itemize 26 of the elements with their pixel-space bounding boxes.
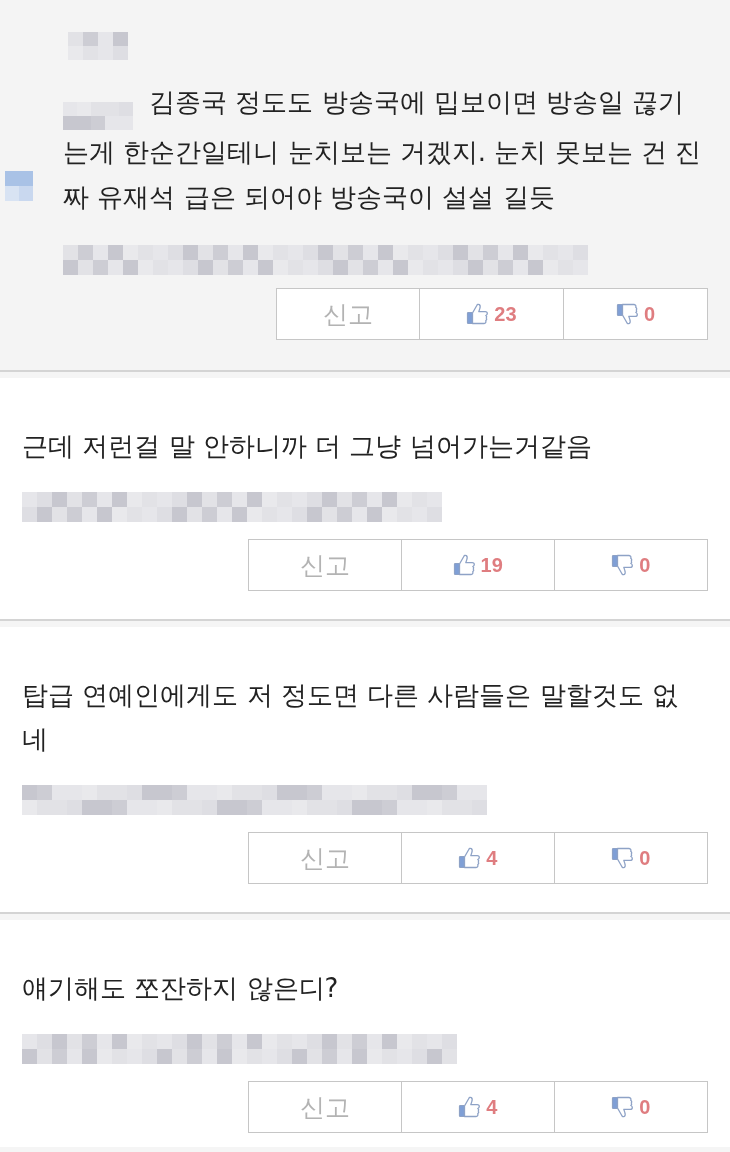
like-button[interactable]: 4	[401, 1081, 555, 1133]
thumbs-up-icon	[458, 1095, 483, 1119]
thumbs-up-icon	[458, 846, 483, 870]
comment-text: 근데 저런걸 말 안하니까 더 그냥 넘어가는거같음	[22, 430, 593, 463]
dislike-button[interactable]: 0	[554, 539, 708, 591]
thumbs-down-icon	[615, 302, 640, 326]
thumbs-up-icon	[466, 302, 491, 326]
like-button[interactable]: 19	[401, 539, 555, 591]
report-button[interactable]: 신고	[248, 1081, 402, 1133]
pixelated-icon	[5, 171, 33, 201]
like-button[interactable]: 23	[419, 288, 564, 340]
report-button[interactable]: 신고	[248, 539, 402, 591]
report-button[interactable]: 신고	[248, 832, 402, 884]
report-button[interactable]: 신고	[275, 288, 420, 340]
comment-text: 얘기해도 쪼잔하지 않은디?	[22, 972, 340, 1005]
pixelated-text-drawing	[68, 32, 128, 60]
dislike-button[interactable]: 0	[554, 832, 708, 884]
thumbs-up-icon	[452, 553, 477, 577]
dislike-button[interactable]: 0	[563, 288, 708, 340]
thumbs-down-icon	[611, 553, 636, 577]
comment-text: 탑급 연예인에게도 저 정도면 다른 사람들은 말할것도 없네	[22, 679, 679, 756]
comment-text: 김종국 정도도 방송국에 밉보이면 방송일 끊기는게 한순간일테니 눈치보는 거겠지. 눈치 못보는 건 진짜 유재석 급은 되어야 방송국이 설설 길듯	[63, 86, 703, 214]
thumbs-down-icon	[611, 1095, 636, 1119]
dislike-button[interactable]: 0	[554, 1081, 708, 1133]
like-button[interactable]: 4	[401, 832, 555, 884]
thumbs-down-icon	[611, 846, 636, 870]
